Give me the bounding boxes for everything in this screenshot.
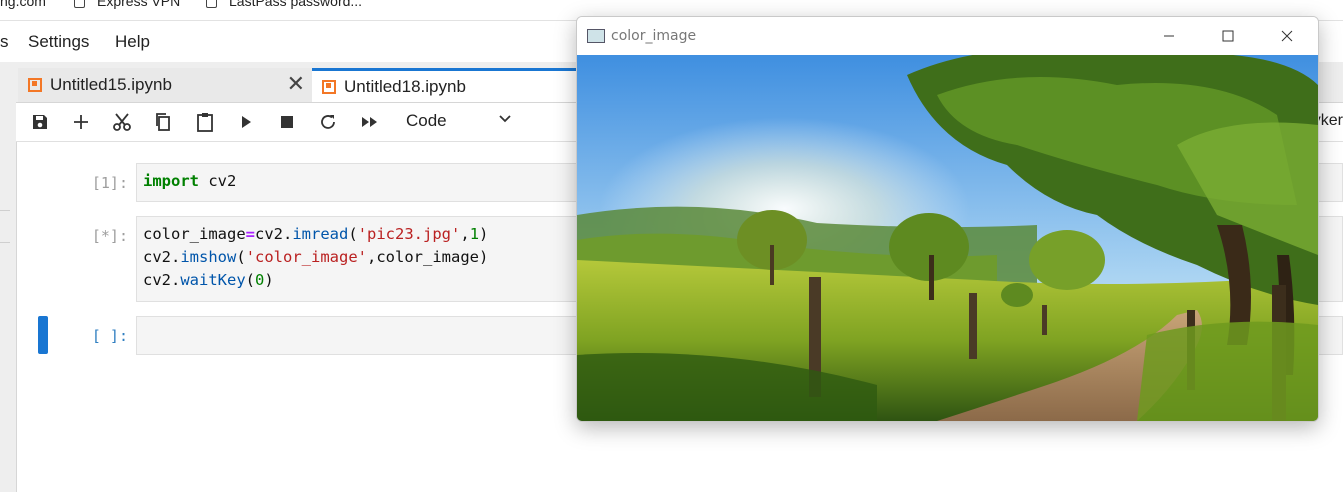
notebook-icon <box>322 79 336 94</box>
page-icon <box>74 0 85 8</box>
paste-icon[interactable] <box>193 111 217 133</box>
tab-label: Untitled18.ipynb <box>344 76 466 96</box>
menu-item[interactable]: s <box>0 32 9 52</box>
tab-untitled18[interactable]: Untitled18.ipynb <box>312 68 612 102</box>
divider <box>0 242 10 243</box>
chevron-down-icon[interactable] <box>498 111 512 130</box>
cell-prompt: [1]: <box>91 174 128 192</box>
cut-icon[interactable] <box>110 111 134 133</box>
bookmark-item[interactable]: LastPass password... <box>206 0 362 9</box>
code-token: import <box>143 172 199 190</box>
menu-settings[interactable]: Settings <box>28 32 89 52</box>
cell-prompt: [ ]: <box>91 327 128 345</box>
stop-icon[interactable] <box>275 111 299 133</box>
window-title: color_image <box>611 28 697 44</box>
page-icon <box>206 0 217 8</box>
fast-forward-icon[interactable] <box>358 111 382 133</box>
tab-label: Untitled15.ipynb <box>50 75 172 94</box>
bookmark-item[interactable]: Express VPN <box>74 0 180 9</box>
window-app-icon <box>587 29 605 43</box>
close-icon[interactable]: ✕ <box>287 71 305 97</box>
notebook-icon <box>28 78 42 92</box>
restart-icon[interactable] <box>316 111 340 133</box>
copy-icon[interactable] <box>151 111 175 133</box>
image-window-titlebar[interactable]: color_image <box>577 17 1318 55</box>
landscape-photo <box>577 55 1318 421</box>
minimize-icon[interactable] <box>1155 25 1183 47</box>
add-icon[interactable] <box>69 111 93 133</box>
menu-help[interactable]: Help <box>115 32 150 52</box>
bookmark-item[interactable]: ng.com <box>0 0 46 9</box>
maximize-icon[interactable] <box>1214 25 1242 47</box>
cell-type-select[interactable]: Code <box>406 111 447 131</box>
tab-untitled15[interactable]: Untitled15.ipynb ✕ <box>18 68 314 102</box>
close-icon[interactable] <box>1273 25 1301 47</box>
cell-prompt: [*]: <box>91 227 128 245</box>
divider <box>0 210 10 211</box>
image-window[interactable]: color_image <box>576 16 1319 422</box>
save-icon[interactable] <box>28 111 52 133</box>
left-sidebar <box>0 62 17 492</box>
run-icon[interactable] <box>234 111 258 133</box>
